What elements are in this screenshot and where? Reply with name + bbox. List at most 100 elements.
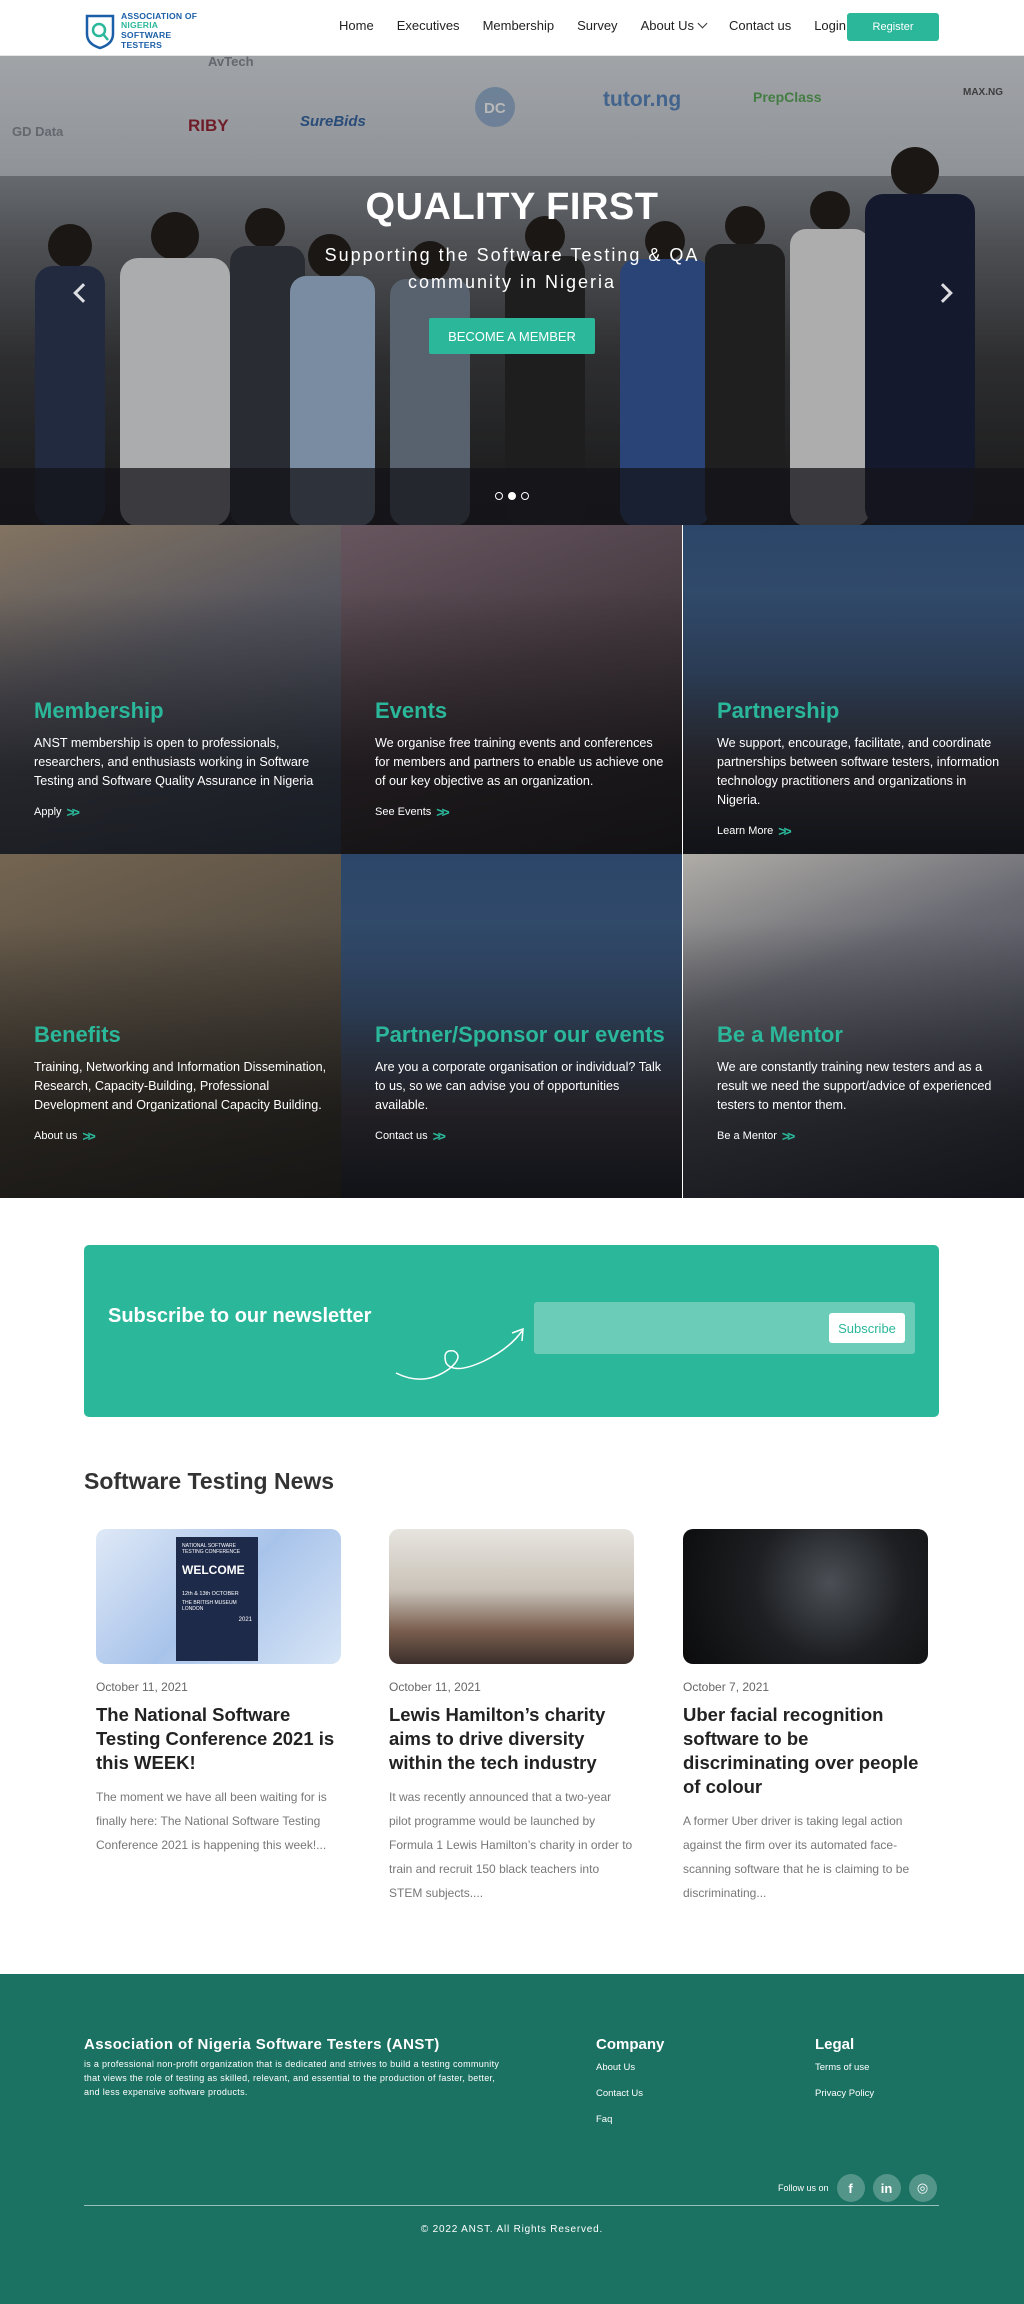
card-text: ANST membership is open to professionals… (34, 736, 314, 788)
feature-grid: Membership ANST membership is open to pr… (0, 525, 1024, 1198)
register-button[interactable]: Register (847, 13, 939, 41)
news-date: October 11, 2021 (389, 1680, 481, 1694)
poster-brand: NATIONAL SOFTWARE TESTING CONFERENCE (182, 1543, 241, 1555)
news-excerpt: The moment we have all been waiting for … (96, 1790, 327, 1852)
hero-carousel: AvTech GD Data RIBY SureBids DC tutor.ng… (0, 56, 1024, 525)
poster-year: 2021 (238, 1617, 252, 1623)
follow-us-label: Follow us on (778, 2183, 829, 2193)
become-member-button[interactable]: BECOME A MEMBER (429, 318, 595, 354)
footer-company-column: Company About Us Contact Us Faq (596, 2036, 664, 2140)
card-text: We are constantly training new testers a… (717, 1060, 992, 1112)
logo-text: ASSOCIATION OF NIGERIA SOFTWARE TESTERS (121, 10, 198, 50)
card-membership: Membership ANST membership is open to pr… (0, 525, 341, 854)
nav-membership[interactable]: Membership (483, 18, 555, 33)
card-events: Events We organise free training events … (341, 525, 682, 854)
link-label: About us (34, 1130, 78, 1142)
follow-us: Follow us on f in ◎ (778, 2174, 937, 2202)
facebook-icon[interactable]: f (836, 2174, 865, 2202)
about-us-link[interactable]: About us >> (34, 1128, 327, 1144)
news-card[interactable]: NATIONAL SOFTWARE TESTING CONFERENCE WEL… (96, 1529, 341, 1857)
card-text: Training, Networking and Information Dis… (34, 1060, 327, 1112)
news-date: October 7, 2021 (683, 1680, 770, 1694)
main-nav: Home Executives Membership Survey About … (339, 18, 869, 33)
carousel-dots (495, 492, 534, 500)
news-thumbnail[interactable] (683, 1529, 928, 1664)
news-heading: Software Testing News (84, 1468, 335, 1494)
footer-description: is a professional non-profit organizatio… (84, 2059, 500, 2097)
site-header: ASSOCIATION OF NIGERIA SOFTWARE TESTERS … (0, 0, 1024, 56)
footer-link-contact-us[interactable]: Contact Us (596, 2088, 664, 2099)
link-label: Apply (34, 806, 62, 818)
card-title: Events (375, 698, 448, 723)
footer-legal-column: Legal Terms of use Privacy Policy (815, 2036, 874, 2114)
card-title: Be a Mentor (717, 1022, 843, 1047)
see-events-link[interactable]: See Events >> (375, 804, 668, 820)
instagram-icon[interactable]: ◎ (908, 2174, 937, 2202)
card-title: Benefits (34, 1022, 121, 1047)
double-chevron-icon: >> (778, 823, 791, 839)
subscribe-button[interactable]: Subscribe (829, 1313, 905, 1343)
link-label: Be a Mentor (717, 1130, 777, 1142)
news-thumbnail[interactable] (389, 1529, 634, 1664)
nav-contact-us[interactable]: Contact us (729, 18, 791, 33)
footer-company-title: Company (596, 2036, 665, 2053)
card-title: Partnership (717, 698, 840, 723)
footer-link-faq[interactable]: Faq (596, 2114, 664, 2125)
card-partnership: Partnership We support, encourage, facil… (683, 525, 1024, 854)
newsletter-title: Subscribe to our newsletter (108, 1305, 372, 1327)
card-partner-sponsor: Partner/Sponsor our events Are you a cor… (341, 854, 682, 1198)
double-chevron-icon: >> (432, 1128, 446, 1144)
linkedin-icon[interactable]: in (872, 2174, 901, 2202)
nav-executives[interactable]: Executives (397, 18, 460, 33)
news-title[interactable]: The National Software Testing Conference… (96, 1703, 341, 1775)
footer-divider (84, 2205, 939, 2206)
hero-title: QUALITY FIRST (365, 186, 659, 228)
poster-dates: 12th & 13th OCTOBER (182, 1591, 239, 1597)
double-chevron-icon: >> (82, 1128, 95, 1144)
carousel-dot[interactable] (521, 492, 529, 500)
chevron-down-icon (697, 18, 708, 29)
site-logo[interactable]: ASSOCIATION OF NIGERIA SOFTWARE TESTERS (84, 10, 214, 52)
footer-link-about-us[interactable]: About Us (596, 2062, 664, 2073)
contact-us-link[interactable]: Contact us >> (375, 1128, 668, 1144)
news-date: October 11, 2021 (96, 1680, 188, 1694)
carousel-dot[interactable] (508, 492, 516, 500)
news-excerpt: It was recently announced that a two-yea… (389, 1790, 633, 1900)
footer-org-name: Association of Nigeria Software Testers … (84, 2036, 440, 2053)
site-footer: Association of Nigeria Software Testers … (0, 1974, 1024, 2304)
card-be-a-mentor: Be a Mentor We are constantly training n… (683, 854, 1024, 1198)
newsletter-email-input[interactable]: Subscribe (534, 1302, 915, 1354)
card-text: Are you a corporate organisation or indi… (375, 1060, 662, 1112)
conference-poster: NATIONAL SOFTWARE TESTING CONFERENCE WEL… (176, 1537, 258, 1661)
news-excerpt: A former Uber driver is taking legal act… (683, 1814, 910, 1900)
card-title: Membership (34, 698, 164, 723)
footer-link-privacy[interactable]: Privacy Policy (815, 2088, 874, 2099)
card-title: Partner/Sponsor our events (375, 1022, 665, 1047)
curly-arrow-icon (395, 1327, 524, 1380)
link-label: See Events (375, 806, 432, 818)
nav-about-us[interactable]: About Us (641, 18, 708, 33)
poster-venue: THE BRITISH MUSEUM LONDON (182, 1600, 237, 1612)
news-thumbnail[interactable]: NATIONAL SOFTWARE TESTING CONFERENCE WEL… (96, 1529, 341, 1664)
poster-headline: WELCOME (182, 1563, 245, 1577)
logo-shield-icon (84, 12, 116, 50)
nav-login[interactable]: Login (814, 18, 846, 33)
apply-link[interactable]: Apply >> (34, 804, 327, 820)
double-chevron-icon: >> (781, 1128, 795, 1144)
footer-legal-title: Legal (815, 2036, 855, 2053)
nav-home[interactable]: Home (339, 18, 374, 33)
be-a-mentor-link[interactable]: Be a Mentor >> (717, 1128, 1010, 1144)
footer-link-terms[interactable]: Terms of use (815, 2062, 874, 2073)
link-label: Contact us (375, 1130, 428, 1142)
news-card[interactable]: October 11, 2021 Lewis Hamilton’s charit… (389, 1529, 634, 1905)
double-chevron-icon: >> (66, 804, 80, 820)
learn-more-link[interactable]: Learn More >> (717, 823, 1010, 839)
double-chevron-icon: >> (436, 804, 449, 820)
newsletter-box: Subscribe to our newsletter Subscribe (84, 1245, 939, 1417)
carousel-dot[interactable] (495, 492, 503, 500)
news-card[interactable]: October 7, 2021 Uber facial recognition … (683, 1529, 928, 1905)
link-label: Learn More (717, 825, 774, 837)
news-title[interactable]: Lewis Hamilton’s charity aims to drive d… (389, 1703, 634, 1775)
news-title[interactable]: Uber facial recognition software to be d… (683, 1703, 928, 1799)
nav-survey[interactable]: Survey (577, 18, 617, 33)
